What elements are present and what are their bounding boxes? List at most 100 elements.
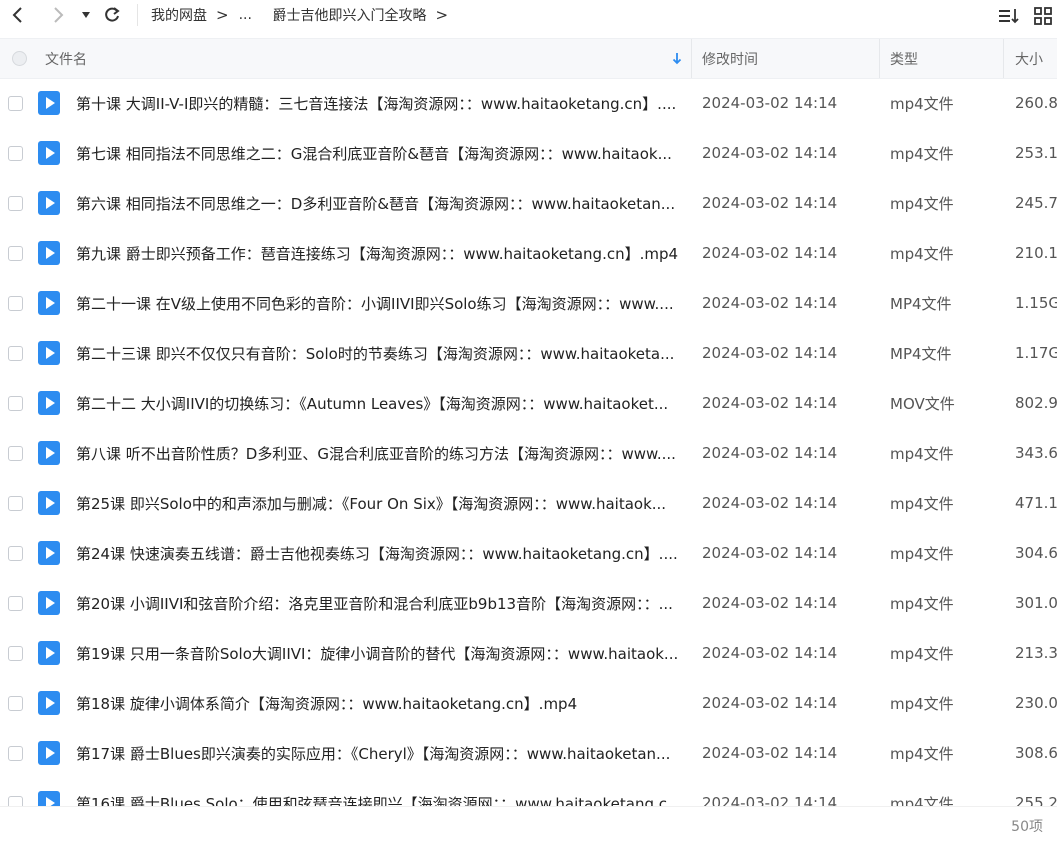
file-icon-cell [38,378,62,428]
toolbar: 我的网盘 > ... > 爵士吉他即兴入门全攻略 > [0,0,1057,30]
column-name[interactable]: 文件名 [45,39,685,78]
file-row[interactable]: 第七课 相同指法不同思维之二：G混合利底亚音阶&琶音【海淘资源网：：www.ha… [0,128,1057,178]
row-checkbox[interactable] [8,795,23,806]
file-row[interactable]: 第六课 相同指法不同思维之一：D多利亚音阶&琶音【海淘资源网：：www.hait… [0,178,1057,228]
file-row[interactable]: 第25课 即兴Solo中的和声添加与删减：《Four On Six》【海淘资源网… [0,478,1057,528]
row-checkbox[interactable] [8,295,23,311]
row-checkbox[interactable] [8,345,23,361]
file-type: mp4文件 [890,594,954,613]
file-row[interactable]: 第17课 爵士Blues即兴演奏的实际应用：《Cheryl》【海淘资源网：：ww… [0,728,1057,778]
row-checkbox[interactable] [8,695,23,711]
video-file-icon [38,291,60,315]
file-name[interactable]: 第19课 只用一条音阶Solo大调IIVI：旋律小调音阶的替代【海淘资源网：：w… [76,628,680,678]
row-checkbox[interactable] [8,445,23,461]
row-select-cell [8,328,26,378]
file-name[interactable]: 第九课 爵士即兴预备工作：琶音连接练习【海淘资源网：：www.haitaoket… [76,228,680,278]
file-name[interactable]: 第20课 小调IIVI和弦音阶介绍：洛克里亚音阶和混合利底亚b9b13音阶【海淘… [76,578,680,628]
breadcrumb-item-current[interactable]: 爵士吉他即兴入门全攻略 [273,5,427,25]
row-checkbox[interactable] [8,545,23,561]
file-modified: 2024-03-02 14:14 [702,194,838,212]
file-row[interactable]: 第19课 只用一条音阶Solo大调IIVI：旋律小调音阶的替代【海淘资源网：：w… [0,628,1057,678]
row-checkbox[interactable] [8,595,23,611]
file-size: 253.1 [1015,144,1057,162]
file-size: 802.9 [1015,394,1057,412]
file-name[interactable]: 第六课 相同指法不同思维之一：D多利亚音阶&琶音【海淘资源网：：www.hait… [76,178,680,228]
history-dropdown[interactable] [78,2,94,28]
forward-button[interactable] [46,2,70,28]
select-all-checkbox[interactable] [12,51,27,66]
sort-button[interactable] [997,6,1021,26]
status-bar: 50项 [0,806,1057,844]
file-type: mp4文件 [890,244,954,263]
file-modified: 2024-03-02 14:14 [702,94,838,112]
file-name[interactable]: 第二十三课 即兴不仅仅只有音阶：Solo时的节奏练习【海淘资源网：：www.ha… [76,328,680,378]
row-select-cell [8,278,26,328]
grid-view-button[interactable] [1032,6,1054,26]
file-row[interactable]: 第16课 爵士Blues Solo：使用和弦琶音连接即兴【海淘资源网：：www.… [0,778,1057,806]
column-divider[interactable] [879,39,880,78]
file-size: 1.15G [1015,294,1057,312]
file-name[interactable]: 第16课 爵士Blues Solo：使用和弦琶音连接即兴【海淘资源网：：www.… [76,778,680,807]
file-icon-cell [38,478,62,528]
row-select-cell [8,478,26,528]
sort-icon [999,9,1019,24]
row-select-cell [8,528,26,578]
file-row[interactable]: 第24课 快速演奏五线谱：爵士吉他视奏练习【海淘资源网：：www.haitaok… [0,528,1057,578]
refresh-button[interactable] [100,2,124,28]
file-row[interactable]: 第九课 爵士即兴预备工作：琶音连接练习【海淘资源网：：www.haitaoket… [0,228,1057,278]
row-checkbox[interactable] [8,495,23,511]
file-size: 1.17G [1015,344,1057,362]
row-checkbox[interactable] [8,195,23,211]
file-name[interactable]: 第18课 旋律小调体系简介【海淘资源网：：www.haitaoketang.cn… [76,678,680,728]
file-name[interactable]: 第十课 大调II-V-I即兴的精髓：三七音连接法【海淘资源网：：www.hait… [76,78,680,128]
row-checkbox[interactable] [8,395,23,411]
file-name[interactable]: 第25课 即兴Solo中的和声添加与删减：《Four On Six》【海淘资源网… [76,478,680,528]
video-file-icon [38,791,60,806]
file-name[interactable]: 第17课 爵士Blues即兴演奏的实际应用：《Cheryl》【海淘资源网：：ww… [76,728,680,778]
file-name[interactable]: 第二十一课 在V级上使用不同色彩的音阶：小调IIVI即兴Solo练习【海淘资源网… [76,278,680,328]
file-icon-cell [38,528,62,578]
file-row[interactable]: 第二十二 大小调IIVI的切换练习：《Autumn Leaves》【海淘资源网：… [0,378,1057,428]
file-icon-cell [38,128,62,178]
column-divider[interactable] [1003,39,1004,78]
file-modified: 2024-03-02 14:14 [702,544,838,562]
video-file-icon [38,341,60,365]
file-modified: 2024-03-02 14:14 [702,794,838,806]
file-name[interactable]: 第二十二 大小调IIVI的切换练习：《Autumn Leaves》【海淘资源网：… [76,378,680,428]
file-row[interactable]: 第八课 听不出音阶性质？D多利亚、G混合利底亚音阶的练习方法【海淘资源网：：ww… [0,428,1057,478]
column-size-label: 大小 [1015,51,1043,68]
file-type: mp4文件 [890,744,954,763]
row-select-cell [8,628,26,678]
file-name[interactable]: 第24课 快速演奏五线谱：爵士吉他视奏练习【海淘资源网：：www.haitaok… [76,528,680,578]
file-row[interactable]: 第18课 旋律小调体系简介【海淘资源网：：www.haitaoketang.cn… [0,678,1057,728]
video-file-icon [38,391,60,415]
file-row[interactable]: 第二十一课 在V级上使用不同色彩的音阶：小调IIVI即兴Solo练习【海淘资源网… [0,278,1057,328]
file-row[interactable]: 第十课 大调II-V-I即兴的精髓：三七音连接法【海淘资源网：：www.hait… [0,78,1057,128]
toolbar-divider [137,4,138,26]
row-checkbox[interactable] [8,145,23,161]
file-size: 301.0 [1015,594,1057,612]
file-name[interactable]: 第八课 听不出音阶性质？D多利亚、G混合利底亚音阶的练习方法【海淘资源网：：ww… [76,428,680,478]
row-checkbox[interactable] [8,95,23,111]
file-type: mp4文件 [890,644,954,663]
breadcrumb-item-root[interactable]: 我的网盘 [151,5,207,25]
file-row[interactable]: 第20课 小调IIVI和弦音阶介绍：洛克里亚音阶和混合利底亚b9b13音阶【海淘… [0,578,1057,628]
column-size[interactable]: 大小 [1015,39,1057,78]
file-name[interactable]: 第七课 相同指法不同思维之二：G混合利底亚音阶&琶音【海淘资源网：：www.ha… [76,128,680,178]
file-type: mp4文件 [890,794,954,807]
breadcrumb-item-ellipsis[interactable]: ... [239,7,252,23]
column-type[interactable]: 类型 [890,39,1000,78]
column-modified[interactable]: 修改时间 [702,39,872,78]
file-icon-cell [38,328,62,378]
back-button[interactable] [6,2,30,28]
video-file-icon [38,191,60,215]
row-checkbox[interactable] [8,645,23,661]
row-checkbox[interactable] [8,745,23,761]
file-icon-cell [38,778,62,806]
column-divider[interactable] [691,39,692,78]
file-row[interactable]: 第二十三课 即兴不仅仅只有音阶：Solo时的节奏练习【海淘资源网：：www.ha… [0,328,1057,378]
sort-direction-indicator[interactable] [672,39,682,78]
file-type: mp4文件 [890,494,954,513]
row-checkbox[interactable] [8,245,23,261]
column-type-label: 类型 [890,51,918,68]
